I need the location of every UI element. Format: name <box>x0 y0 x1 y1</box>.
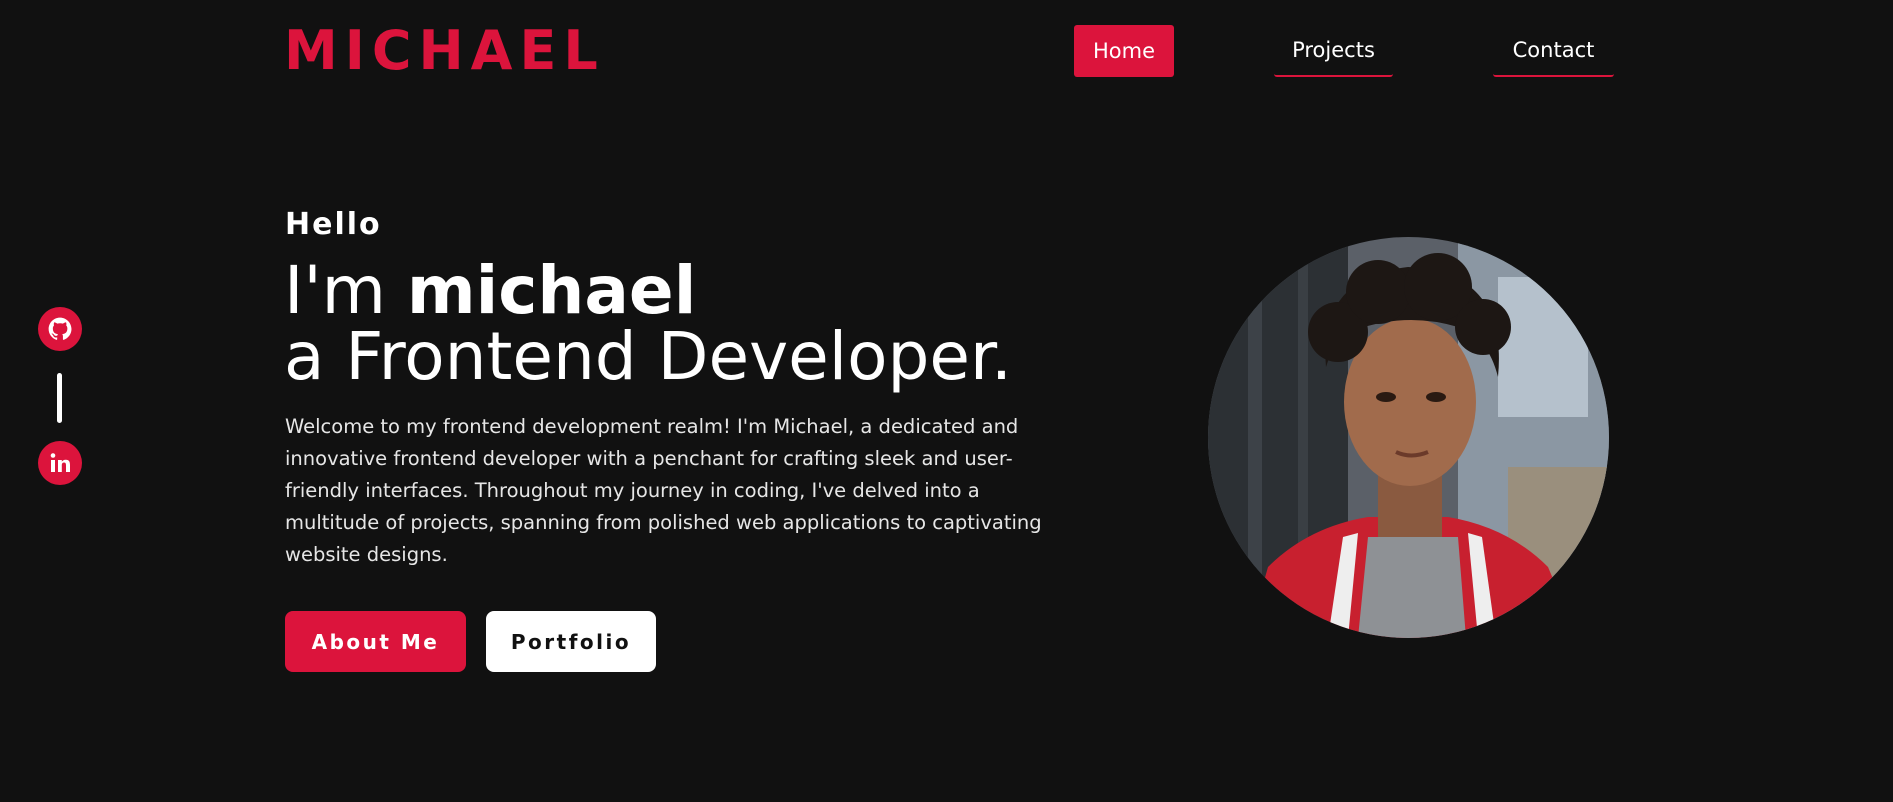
about-me-button[interactable]: About Me <box>285 611 466 672</box>
linkedin-icon <box>50 453 70 472</box>
site-logo[interactable]: MICHAEL <box>284 22 605 80</box>
github-link[interactable] <box>38 307 82 351</box>
hero-role: a Frontend Developer. <box>284 318 1013 395</box>
hero-intro: Welcome to my frontend development realm… <box>285 415 1042 566</box>
portfolio-button[interactable]: Portfolio <box>486 611 656 672</box>
profile-photo <box>1208 237 1609 638</box>
nav-contact[interactable]: Contact <box>1493 25 1614 77</box>
hero-headline: I'm michael <box>284 254 696 328</box>
hero-greeting: Hello <box>285 207 382 242</box>
nav-home[interactable]: Home <box>1074 25 1174 77</box>
github-icon <box>48 317 72 340</box>
nav-projects[interactable]: Projects <box>1274 25 1393 77</box>
profile-photo-illustration <box>1208 237 1609 638</box>
linkedin-link[interactable] <box>38 441 82 485</box>
social-divider <box>57 373 62 423</box>
